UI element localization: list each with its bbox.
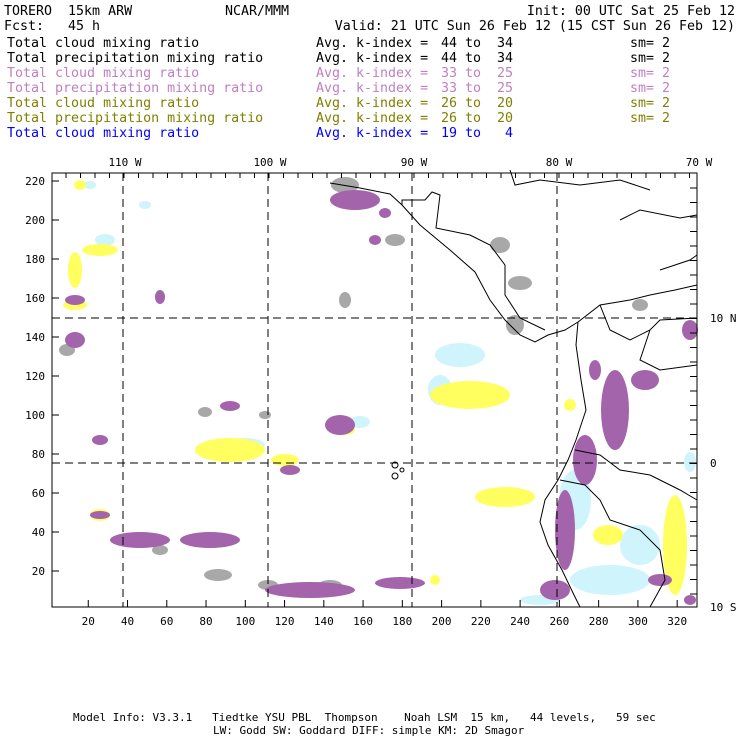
y-tick-label: 60: [32, 487, 45, 500]
x-tick-label: 320: [667, 615, 687, 628]
x-tick-label: 100: [235, 615, 255, 628]
y-tick-label: 100: [25, 409, 45, 422]
x-tick-label: 160: [353, 615, 373, 628]
lat-label: 0: [710, 457, 717, 470]
x-tick-label: 300: [628, 615, 648, 628]
x-tick-label: 120: [275, 615, 295, 628]
lat-label: 10 N: [710, 312, 737, 325]
map: 20 40 60 80 100 120 140 160 180 200 220 240 260 280 30…: [25, 156, 737, 628]
lon-label: 110 W: [108, 156, 141, 169]
x-tick-label: 180: [392, 615, 412, 628]
y-tick-label: 220: [25, 175, 45, 188]
lon-label: 70 W: [686, 156, 713, 169]
y-tick-label: 120: [25, 370, 45, 383]
x-tick-label: 40: [121, 615, 134, 628]
model-info-line2: LW: Godd SW: Goddard DIFF: simple KM: 2D…: [213, 724, 525, 737]
lon-label: 80 W: [546, 156, 573, 169]
y-tick-label: 160: [25, 292, 45, 305]
y-tick-label: 180: [25, 253, 45, 266]
x-tick-label: 20: [82, 615, 95, 628]
x-tick-label: 260: [549, 615, 569, 628]
x-tick-label: 60: [160, 615, 173, 628]
x-tick-label: 280: [589, 615, 609, 628]
x-tick-label: 240: [510, 615, 530, 628]
lat-label: 10 S: [710, 601, 737, 614]
lon-label: 90 W: [401, 156, 428, 169]
y-tick-label: 40: [32, 526, 45, 539]
y-tick-label: 80: [32, 448, 45, 461]
lon-label: 100 W: [253, 156, 286, 169]
x-tick-label: 220: [471, 615, 491, 628]
x-tick-label: 200: [432, 615, 452, 628]
model-info-line1: Model Info: V3.3.1 Tiedtke YSU PBL Thomp…: [73, 711, 656, 724]
y-tick-label: 20: [32, 565, 45, 578]
y-tick-label: 200: [25, 214, 45, 227]
x-tick-label: 140: [314, 615, 334, 628]
y-tick-label: 140: [25, 331, 45, 344]
x-tick-label: 80: [199, 615, 212, 628]
